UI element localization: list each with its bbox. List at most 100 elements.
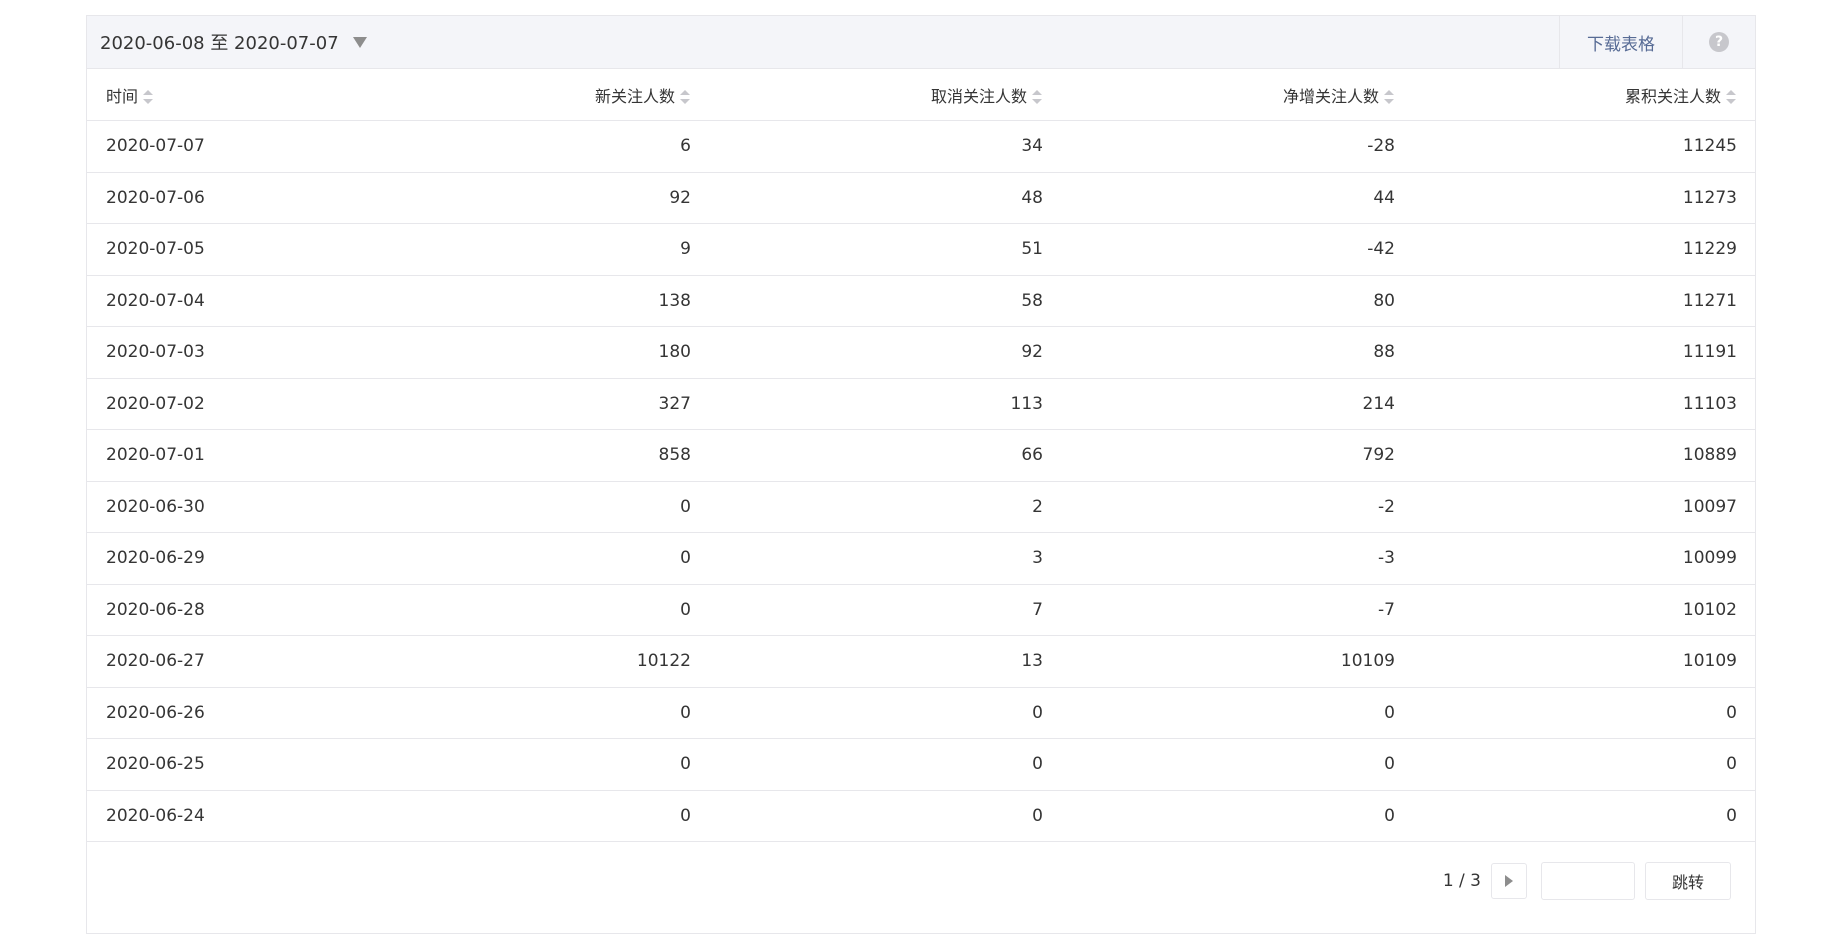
column-header-unfollows[interactable]: 取消关注人数 [691,69,1043,121]
follower-stats-panel: 2020-06-08 至 2020-07-07 下载表格 ? 时间 新关注人数 … [86,15,1756,934]
cell-new-followers: 858 [396,429,691,482]
pagination: 1 / 3 跳转 [1443,862,1731,900]
cell-unfollows: 0 [691,687,1043,739]
table-row: 2020-06-27 10122 13 10109 10109 [87,635,1755,688]
jump-button[interactable]: 跳转 [1645,862,1731,900]
cell-total-followers: 10097 [1395,481,1755,533]
cell-total-followers: 11271 [1395,275,1755,327]
cell-date: 2020-06-27 [87,635,396,688]
cell-date: 2020-06-29 [87,532,396,585]
cell-new-followers: 0 [396,738,691,791]
cell-date: 2020-07-05 [87,223,396,276]
table-row: 2020-07-03 180 92 88 11191 [87,326,1755,379]
column-header-label: 时间 [106,86,139,106]
cell-new-followers: 9 [396,223,691,276]
table-body: 2020-07-07 6 34 -28 11245 2020-07-06 92 … [87,120,1755,842]
cell-total-followers: 11273 [1395,172,1755,224]
cell-date: 2020-06-28 [87,584,396,636]
cell-unfollows: 0 [691,738,1043,791]
download-table-button[interactable]: 下载表格 [1559,16,1682,68]
table-row: 2020-06-25 0 0 0 0 [87,738,1755,791]
cell-net-growth: -7 [1043,584,1395,636]
table-row: 2020-07-02 327 113 214 11103 [87,378,1755,430]
sort-icon[interactable] [1032,90,1043,104]
table-row: 2020-06-24 0 0 0 0 [87,790,1755,842]
cell-new-followers: 180 [396,326,691,379]
cell-total-followers: 11191 [1395,326,1755,379]
cell-total-followers: 10099 [1395,532,1755,585]
cell-total-followers: 11229 [1395,223,1755,276]
table-row: 2020-07-06 92 48 44 11273 [87,172,1755,224]
header-row: 时间 新关注人数 取消关注人数 净增关注人数 累积关注人数 [87,69,1755,121]
cell-net-growth: -28 [1043,120,1395,173]
toolbar-actions: 下载表格 ? [1559,16,1755,68]
cell-net-growth: 0 [1043,790,1395,842]
cell-date: 2020-06-24 [87,790,396,842]
column-header-net-growth[interactable]: 净增关注人数 [1043,69,1395,121]
cell-new-followers: 0 [396,532,691,585]
cell-date: 2020-07-06 [87,172,396,224]
table-row: 2020-06-28 0 7 -7 10102 [87,584,1755,636]
table-header: 时间 新关注人数 取消关注人数 净增关注人数 累积关注人数 [87,69,1755,121]
cell-total-followers: 11103 [1395,378,1755,430]
table-row: 2020-07-05 9 51 -42 11229 [87,223,1755,276]
cell-unfollows: 13 [691,635,1043,688]
cell-net-growth: 10109 [1043,635,1395,688]
cell-new-followers: 327 [396,378,691,430]
table-row: 2020-07-04 138 58 80 11271 [87,275,1755,327]
cell-unfollows: 3 [691,532,1043,585]
cell-date: 2020-06-30 [87,481,396,533]
table-row: 2020-06-29 0 3 -3 10099 [87,532,1755,585]
table-row: 2020-06-26 0 0 0 0 [87,687,1755,739]
help-icon: ? [1709,32,1729,52]
next-page-button[interactable] [1491,863,1527,899]
column-header-total-followers[interactable]: 累积关注人数 [1395,69,1755,121]
column-header-date[interactable]: 时间 [87,69,396,121]
page-number-input[interactable] [1541,862,1635,900]
cell-new-followers: 10122 [396,635,691,688]
cell-total-followers: 11245 [1395,120,1755,173]
sort-icon[interactable] [680,90,691,104]
table-row: 2020-07-01 858 66 792 10889 [87,429,1755,482]
cell-net-growth: 80 [1043,275,1395,327]
column-header-label: 净增关注人数 [1282,86,1379,106]
cell-net-growth: 0 [1043,687,1395,739]
cell-net-growth: 792 [1043,429,1395,482]
cell-unfollows: 7 [691,584,1043,636]
chevron-right-icon [1505,875,1513,887]
sort-icon[interactable] [1384,90,1395,104]
cell-total-followers: 0 [1395,790,1755,842]
column-header-new-followers[interactable]: 新关注人数 [396,69,691,121]
cell-total-followers: 0 [1395,687,1755,739]
cell-new-followers: 6 [396,120,691,173]
cell-date: 2020-06-25 [87,738,396,791]
date-range-label: 2020-06-08 至 2020-07-07 [100,33,339,54]
cell-date: 2020-07-03 [87,326,396,379]
cell-unfollows: 48 [691,172,1043,224]
cell-unfollows: 34 [691,120,1043,173]
sort-icon[interactable] [1726,90,1737,104]
cell-net-growth: 214 [1043,378,1395,430]
cell-total-followers: 10109 [1395,635,1755,688]
caret-down-icon [352,36,367,48]
date-range-picker[interactable]: 2020-06-08 至 2020-07-07 [87,16,367,68]
cell-total-followers: 10889 [1395,429,1755,482]
page-indicator: 1 / 3 [1442,871,1481,891]
cell-date: 2020-06-26 [87,687,396,739]
column-header-label: 取消关注人数 [930,86,1027,106]
help-button[interactable]: ? [1682,16,1755,68]
cell-new-followers: 92 [396,172,691,224]
cell-total-followers: 10102 [1395,584,1755,636]
column-header-label: 累积关注人数 [1624,86,1721,106]
cell-net-growth: 88 [1043,326,1395,379]
cell-new-followers: 0 [396,481,691,533]
cell-new-followers: 0 [396,790,691,842]
table-toolbar: 2020-06-08 至 2020-07-07 下载表格 ? [87,16,1755,69]
table-row: 2020-06-30 0 2 -2 10097 [87,481,1755,533]
cell-date: 2020-07-07 [87,120,396,173]
cell-total-followers: 0 [1395,738,1755,791]
sort-icon[interactable] [143,90,154,104]
column-header-label: 新关注人数 [594,86,675,106]
cell-unfollows: 51 [691,223,1043,276]
cell-net-growth: 0 [1043,738,1395,791]
